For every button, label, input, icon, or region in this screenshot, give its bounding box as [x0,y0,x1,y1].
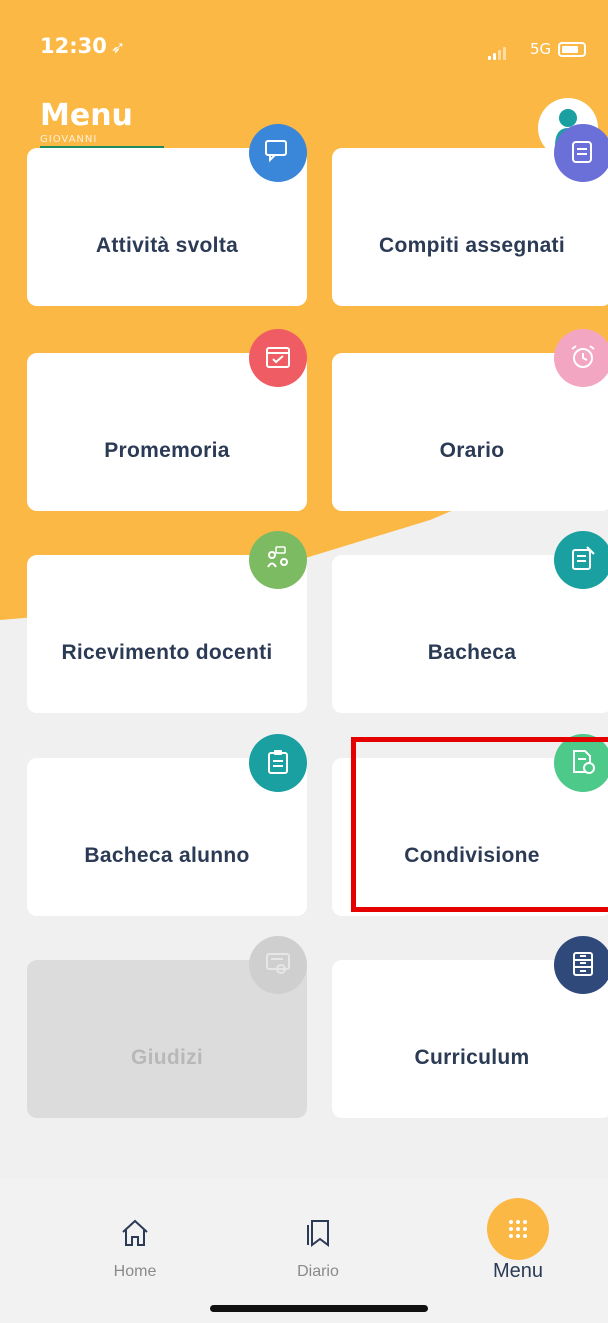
grid-dots-icon [487,1198,549,1260]
status-bar: 12:30 ➶ 5G [0,8,608,82]
nav-label: Menu [492,1260,544,1282]
tile-giudizi: Giudizi [27,936,307,1118]
bookmark-icon [307,1220,329,1247]
homework-icon [554,124,608,182]
home-indicator[interactable] [210,1305,428,1312]
tile-label: Bacheca [427,641,517,664]
home-icon [122,1219,148,1246]
tile-compiti-assegnati[interactable]: Compiti assegnati [332,124,608,306]
tile-label: Curriculum [414,1046,530,1069]
nav-menu[interactable]: Menu [443,1178,593,1298]
battery-icon [558,42,586,57]
location-arrow-icon: ➶ [110,38,126,58]
nav-label: Diario [297,1263,339,1280]
cabinet-icon [554,936,608,994]
alarm-clock-icon [554,329,608,387]
username: GIOVANNI [40,134,98,145]
app-screen: 12:30➶ 5G Menu GIOVANNI Attività svolta [0,0,608,1323]
tile-promemoria[interactable]: Promemoria [27,329,307,511]
certificate-icon [249,936,307,994]
tile-curriculum[interactable]: Curriculum [332,936,608,1118]
tile-bacheca[interactable]: Bacheca [332,531,608,713]
clipboard-icon [249,734,307,792]
bottom-nav: Home Diario Menu [0,1178,608,1323]
tile-orario[interactable]: Orario [332,329,608,511]
nav-label: Home [113,1263,157,1280]
signal-icon [488,46,508,60]
status-time: 12:30 ➶ [40,34,125,58]
chat-icon [249,124,307,182]
tile-ricevimento-docenti[interactable]: Ricevimento docenti [27,531,307,713]
tile-label: Ricevimento docenti [61,641,273,664]
network-type: 5G [530,40,552,58]
meeting-icon [249,531,307,589]
tile-label: Giudizi [130,1046,204,1069]
tile-label: Compiti assegnati [379,234,565,257]
status-time-text: 12:30 [40,34,107,58]
tile-label: Orario [439,439,505,462]
calendar-check-icon [249,329,307,387]
notice-board-icon [554,531,608,589]
highlight-box [351,737,608,912]
nav-home[interactable]: Home [60,1178,210,1298]
tile-label: Attività svolta [95,234,239,257]
tile-attivita-svolta[interactable]: Attività svolta [27,124,307,306]
tile-label: Bacheca alunno [84,844,250,867]
tile-bacheca-alunno[interactable]: Bacheca alunno [27,734,307,916]
nav-diario[interactable]: Diario [243,1178,393,1298]
tile-label: Promemoria [104,439,230,462]
page-title: Menu [40,98,133,133]
